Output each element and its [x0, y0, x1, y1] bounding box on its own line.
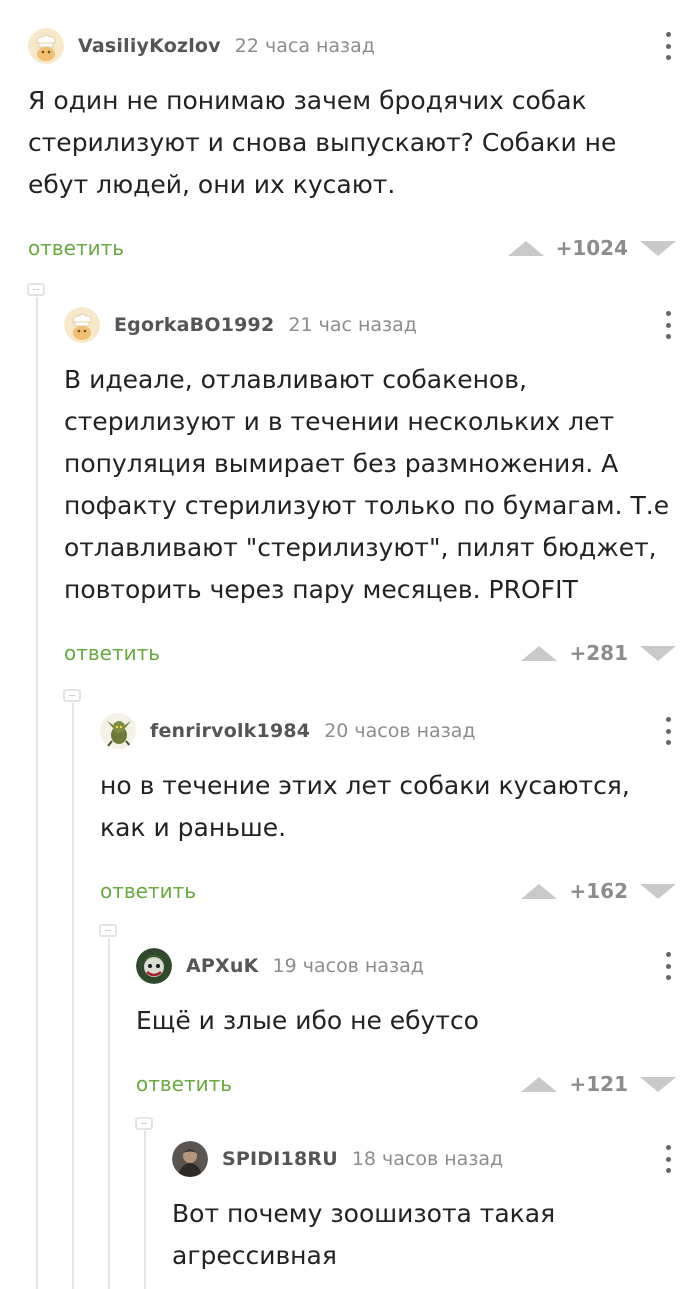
comment-time[interactable]: 20 часов назад	[324, 720, 475, 742]
downvote-arrow-icon[interactable]	[640, 1076, 676, 1092]
comment-header: SPIDI18RU 18 часов назад	[172, 1139, 672, 1179]
downvote-arrow-icon[interactable]	[640, 645, 676, 661]
thread-line-3	[108, 938, 110, 1289]
more-options-icon[interactable]	[660, 309, 676, 341]
thread-line-1	[36, 297, 38, 1289]
comment-text: Я один не понимаю зачем бродячих собак с…	[28, 86, 625, 199]
rating: +162	[521, 871, 676, 911]
more-options-icon[interactable]	[660, 30, 676, 62]
comment-time[interactable]: 22 часа назад	[235, 35, 375, 57]
reply-link[interactable]: ответить	[136, 1072, 232, 1096]
author-name[interactable]: EgorkaBO1992	[114, 314, 274, 336]
avatar[interactable]	[136, 948, 172, 984]
upvote-arrow-icon[interactable]	[507, 240, 544, 256]
comment-actions: ответить +121	[136, 1064, 676, 1104]
more-options-icon[interactable]	[660, 1143, 676, 1175]
comment-text: но в течение этих лет собаки кусаются, к…	[100, 771, 638, 842]
rating-score: +121	[569, 1072, 628, 1096]
comment-header: VasiliyKozlov 22 часа назад	[28, 26, 672, 66]
rating: +1024	[507, 228, 676, 268]
upvote-arrow-icon[interactable]	[521, 645, 558, 661]
avatar[interactable]	[28, 28, 64, 64]
downvote-arrow-icon[interactable]	[640, 883, 676, 899]
rating: +121	[521, 1064, 676, 1104]
avatar[interactable]	[64, 307, 100, 343]
author-name[interactable]: VasiliyKozlov	[78, 35, 221, 57]
thread-line-2	[72, 703, 74, 1289]
comment-actions: ответить +1024	[28, 228, 676, 268]
comment-time[interactable]: 19 часов назад	[273, 955, 424, 977]
rating-score: +1024	[555, 236, 628, 260]
reply-link[interactable]: ответить	[28, 236, 124, 260]
author-name[interactable]: SPIDI18RU	[222, 1148, 338, 1170]
thread-line-4	[144, 1131, 146, 1289]
rating-score: +281	[569, 641, 628, 665]
comment-text: Вот почему зоошизота такая агрессивная	[172, 1199, 564, 1270]
comment-actions: ответить +281	[64, 633, 676, 673]
avatar[interactable]	[100, 713, 136, 749]
collapse-thread-button[interactable]	[27, 283, 45, 296]
more-options-icon[interactable]	[660, 715, 676, 747]
comment: VasiliyKozlov 22 часа назад Я один не по…	[28, 26, 676, 268]
collapse-thread-button[interactable]	[99, 924, 117, 937]
upvote-arrow-icon[interactable]	[521, 1076, 558, 1092]
collapse-thread-button[interactable]	[63, 689, 81, 702]
comment: APXuK 19 часов назад Ещё и злые ибо не е…	[136, 946, 676, 1104]
comment-text: Ещё и злые ибо не ебутсо	[136, 1006, 479, 1035]
comment: SPIDI18RU 18 часов назад Вот почему зоош…	[172, 1139, 672, 1277]
comment-header: APXuK 19 часов назад	[136, 946, 672, 986]
comment-text: В идеале, отлавливают собакенов, стерили…	[64, 365, 678, 604]
downvote-arrow-icon[interactable]	[640, 240, 676, 256]
comment-actions: ответить +162	[100, 871, 676, 911]
collapse-thread-button[interactable]	[135, 1117, 153, 1130]
upvote-arrow-icon[interactable]	[521, 883, 558, 899]
reply-link[interactable]: ответить	[100, 879, 196, 903]
author-name[interactable]: fenrirvolk1984	[150, 720, 310, 742]
rating-score: +162	[569, 879, 628, 903]
more-options-icon[interactable]	[660, 950, 676, 982]
comment-header: EgorkaBO1992 21 час назад	[64, 305, 672, 345]
comment-header: fenrirvolk1984 20 часов назад	[100, 711, 672, 751]
avatar[interactable]	[172, 1141, 208, 1177]
comment-time[interactable]: 21 час назад	[288, 314, 417, 336]
comment: fenrirvolk1984 20 часов назад но в течен…	[100, 711, 676, 911]
rating: +281	[521, 633, 676, 673]
author-name[interactable]: APXuK	[186, 955, 259, 977]
comment-time[interactable]: 18 часов назад	[352, 1148, 503, 1170]
comment: EgorkaBO1992 21 час назад В идеале, отла…	[64, 305, 678, 673]
reply-link[interactable]: ответить	[64, 641, 160, 665]
